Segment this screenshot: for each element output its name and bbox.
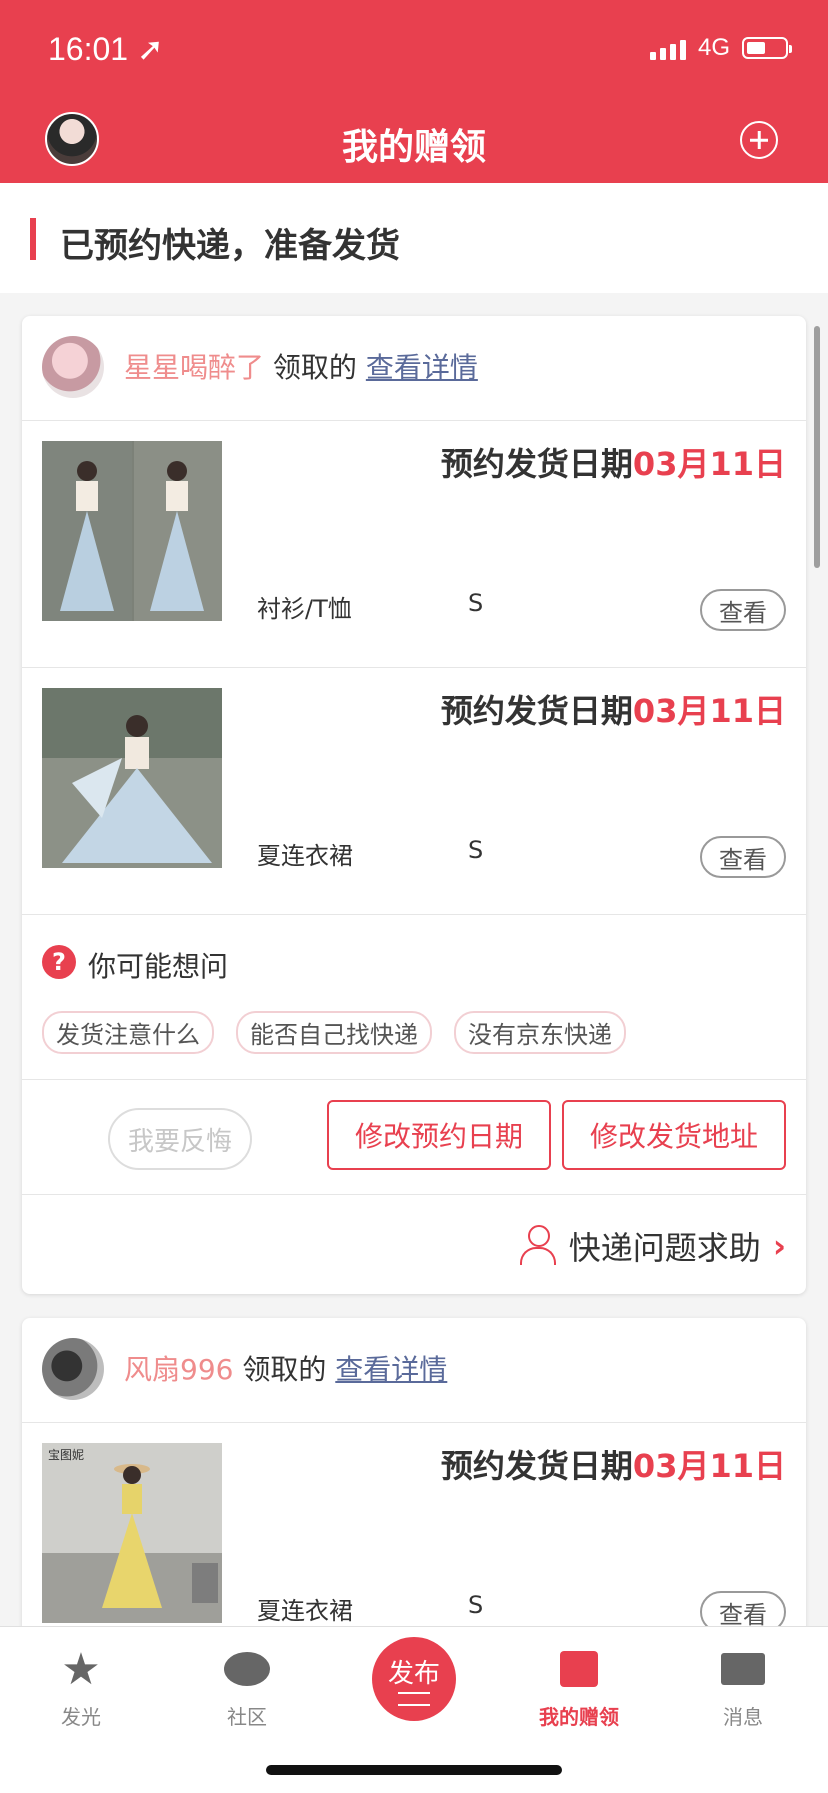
action-row: 我要反悔 修改预约日期 修改发货地址 — [22, 1080, 806, 1195]
ship-date: 预约发货日期03月11日 — [441, 1441, 786, 1487]
tab-label: 发光 — [61, 1705, 101, 1729]
person-icon — [519, 1225, 557, 1267]
product-photo — [42, 688, 222, 868]
ship-date: 预约发货日期03月11日 — [441, 439, 786, 485]
user-name[interactable]: 风扇996 — [124, 1353, 233, 1386]
faq-section: ? 你可能想问 发货注意什么 能否自己找快递 没有京东快递 — [22, 915, 806, 1080]
network-label: 4G — [697, 34, 730, 61]
faq-tag[interactable]: 能否自己找快递 — [236, 1011, 432, 1054]
ship-date-value: 03月11日 — [632, 445, 786, 483]
detail-link[interactable]: 查看详情 — [335, 1353, 447, 1386]
claim-card: 星星喝醉了 领取的 查看详情 预约发货日期03月11日 衬衫/T恤 S 查看 预… — [22, 316, 806, 1294]
section-accent-bar — [30, 218, 36, 260]
change-date-button[interactable]: 修改预约日期 — [327, 1100, 551, 1170]
ship-date-value: 03月11日 — [632, 692, 786, 730]
tab-shine[interactable]: ★ 发光 — [26, 1643, 136, 1730]
ship-date: 预约发货日期03月11日 — [441, 686, 786, 732]
publish-button[interactable]: 发布 — [372, 1637, 456, 1721]
scrollbar[interactable] — [814, 326, 820, 568]
faq-tag[interactable]: 没有京东快递 — [454, 1011, 626, 1054]
faq-tag[interactable]: 发货注意什么 — [42, 1011, 214, 1054]
ship-date-label: 预约发货日期 — [440, 1447, 633, 1485]
card-header: 星星喝醉了 领取的 查看详情 — [22, 316, 806, 421]
change-address-button[interactable]: 修改发货地址 — [562, 1100, 786, 1170]
user-avatar[interactable] — [42, 1338, 104, 1400]
status-indicators: 4G — [649, 34, 792, 62]
ship-date-label: 预约发货日期 — [440, 445, 633, 483]
star-icon: ★ — [61, 1643, 101, 1695]
top-bar: 16:01 ➚ 4G 我的赠领 — [0, 0, 828, 183]
ship-date-value: 03月11日 — [632, 1447, 786, 1485]
courier-help-row[interactable]: 快递问题求助 › — [22, 1195, 806, 1294]
user-line: 星星喝醉了 领取的 查看详情 — [124, 346, 478, 386]
mail-icon — [721, 1653, 765, 1685]
product-image[interactable] — [42, 441, 222, 621]
tab-community[interactable]: 社区 — [192, 1643, 302, 1730]
status-time: 16:01 ➚ — [48, 31, 164, 67]
item-category: 夏连衣裙 — [257, 842, 353, 870]
product-image[interactable] — [42, 688, 222, 868]
item-size: S — [468, 589, 484, 617]
item-size: S — [468, 836, 484, 864]
product-photo — [42, 441, 222, 621]
tab-my-gifts[interactable]: 我的赠领 — [524, 1643, 634, 1730]
home-indicator — [266, 1765, 562, 1775]
tab-label: 我的赠领 — [539, 1705, 619, 1729]
user-name[interactable]: 星星喝醉了 — [124, 351, 264, 384]
claim-card: 风扇996 领取的 查看详情 宝图妮 预约发货日期03月11日 夏连衣裙 S 查… — [22, 1318, 806, 1678]
publish-label: 发布 — [387, 1658, 440, 1689]
item-size: S — [468, 1591, 484, 1619]
detail-link[interactable]: 查看详情 — [366, 351, 478, 384]
watermark-text: 宝图妮 — [48, 1448, 84, 1462]
ship-date-label: 预约发货日期 — [440, 692, 633, 730]
list-item: 预约发货日期03月11日 衬衫/T恤 S 查看 — [22, 421, 806, 668]
signal-icon — [649, 36, 686, 60]
chat-bubble-icon — [224, 1652, 270, 1686]
section-header: 已预约快递，准备发货 — [0, 183, 828, 293]
battery-icon — [742, 37, 792, 59]
claimed-label: 领取的 — [272, 351, 357, 384]
view-button[interactable]: 查看 — [700, 836, 786, 878]
card-header: 风扇996 领取的 查看详情 — [22, 1318, 806, 1423]
help-label: 快递问题求助 — [568, 1229, 761, 1267]
question-icon: ? — [42, 945, 76, 979]
user-line: 风扇996 领取的 查看详情 — [124, 1348, 447, 1388]
list-item: 预约发货日期03月11日 夏连衣裙 S 查看 — [22, 668, 806, 915]
tab-messages[interactable]: 消息 — [688, 1643, 798, 1730]
claimed-label: 领取的 — [242, 1353, 327, 1386]
faq-tags: 发货注意什么 能否自己找快递 没有京东快递 — [42, 1011, 626, 1054]
section-title: 已预约快递，准备发货 — [60, 226, 400, 266]
menu-lines-icon — [398, 1691, 430, 1706]
item-category: 夏连衣裙 — [257, 1597, 353, 1625]
tab-label: 社区 — [227, 1705, 267, 1729]
add-icon[interactable] — [740, 121, 778, 159]
tab-label: 消息 — [723, 1705, 763, 1729]
user-avatar[interactable] — [42, 336, 104, 398]
regret-button[interactable]: 我要反悔 — [108, 1108, 252, 1170]
faq-title: 你可能想问 — [88, 950, 229, 983]
product-image[interactable]: 宝图妮 — [42, 1443, 222, 1623]
product-photo: 宝图妮 — [42, 1443, 222, 1623]
view-button[interactable]: 查看 — [700, 589, 786, 631]
page-title: 我的赠领 — [341, 127, 486, 168]
book-icon — [560, 1651, 598, 1687]
item-category: 衬衫/T恤 — [257, 595, 352, 623]
chevron-right-icon: › — [772, 1227, 786, 1265]
